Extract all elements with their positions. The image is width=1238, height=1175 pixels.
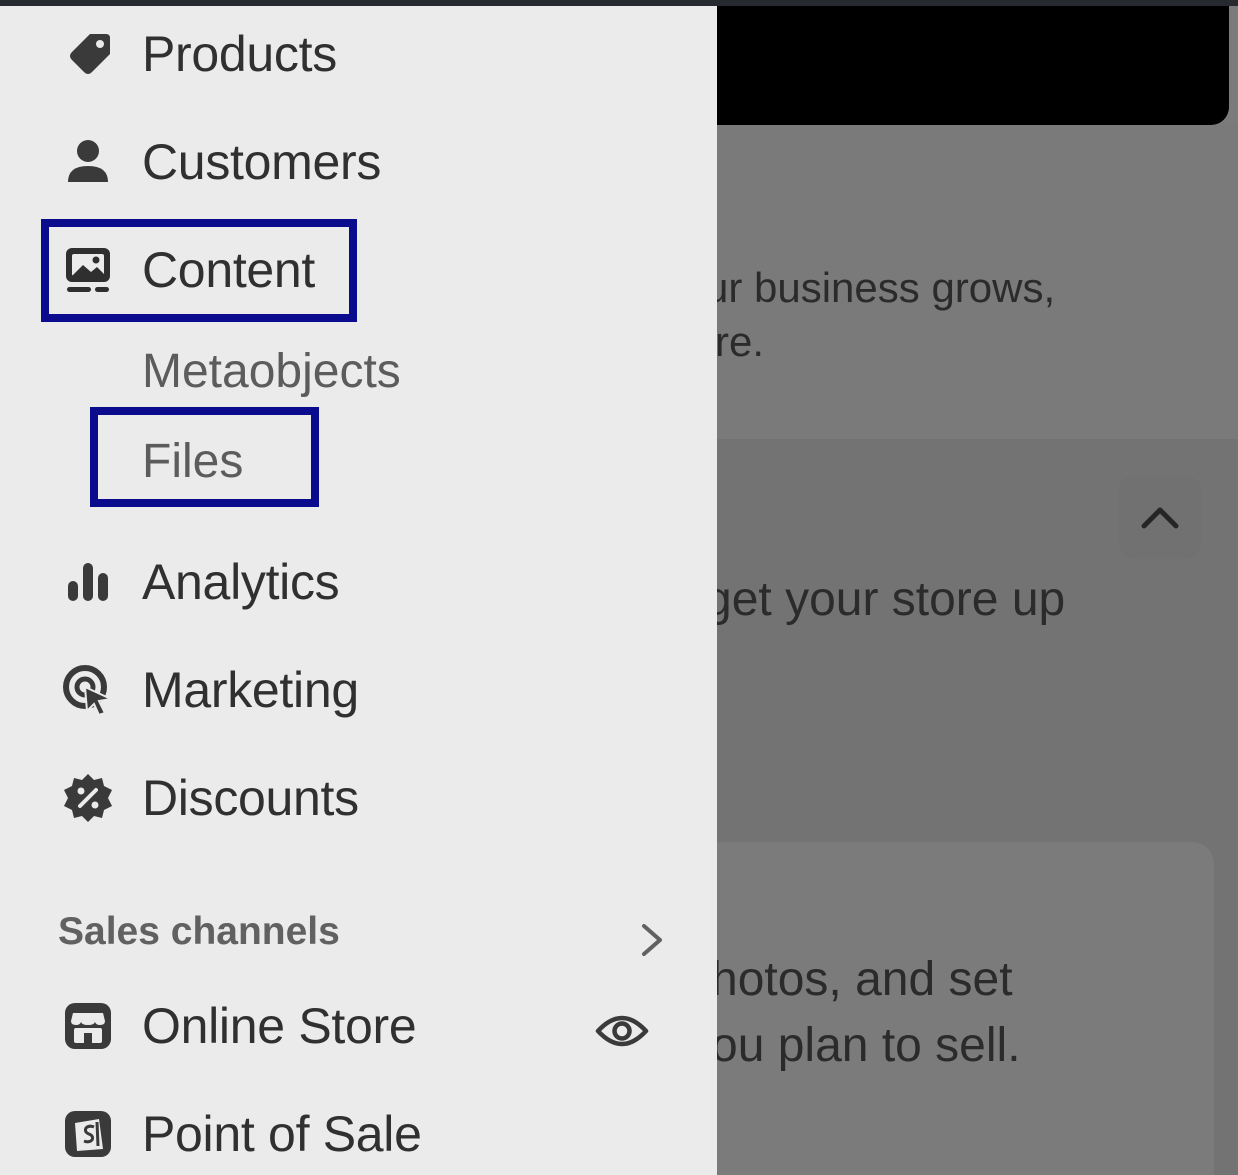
nav-subitem-files[interactable]: Files	[142, 434, 243, 489]
nav-label: Online Store	[142, 998, 417, 1054]
nav-item-discounts[interactable]: Discounts	[0, 758, 717, 838]
background-text: re.	[717, 318, 765, 365]
collapse-button[interactable]	[1118, 475, 1202, 559]
sidebar-nav: Products Customers Content Metaobjects F…	[0, 6, 717, 1175]
nav-subitem-metaobjects[interactable]: Metaobjects	[142, 344, 401, 399]
background-text: get your store up	[717, 573, 1066, 626]
nav-label: Discounts	[142, 770, 359, 826]
nav-label: Customers	[142, 134, 382, 190]
nav-item-point-of-sale[interactable]: Point of Sale	[0, 1094, 717, 1174]
nav-label: Products	[142, 26, 337, 82]
nav-item-products[interactable]: Products	[0, 14, 717, 94]
background-text: ur business grows,	[717, 264, 1056, 311]
nav-item-customers[interactable]: Customers	[0, 122, 717, 202]
nav-label: Marketing	[142, 662, 359, 718]
chevron-up-icon	[1141, 507, 1179, 529]
background-page: ur business grows, re. get your store up…	[717, 6, 1238, 1175]
nav-item-content[interactable]: Content	[0, 230, 717, 310]
nav-label: Content	[142, 242, 316, 298]
background-card	[717, 842, 1214, 1175]
shopping-bag-icon	[60, 1106, 116, 1162]
person-icon	[60, 134, 116, 190]
nav-item-analytics[interactable]: Analytics	[0, 542, 717, 622]
top-bar	[717, 6, 1229, 125]
target-cursor-icon	[60, 662, 116, 718]
eye-icon	[595, 1015, 649, 1047]
tag-icon	[60, 26, 116, 82]
store-icon	[60, 998, 116, 1054]
sales-channels-heading: Sales channels	[58, 910, 340, 953]
nav-label: Analytics	[142, 554, 340, 610]
background-text: hotos, and set	[717, 953, 1013, 1006]
chevron-right-icon[interactable]	[634, 920, 670, 960]
nav-label: Point of Sale	[142, 1106, 422, 1162]
discount-badge-icon	[60, 770, 116, 826]
nav-item-marketing[interactable]: Marketing	[0, 650, 717, 730]
view-online-store-button[interactable]	[592, 1001, 652, 1061]
bar-chart-icon	[60, 554, 116, 610]
content-icon	[60, 242, 116, 298]
background-text: ou plan to sell.	[717, 1019, 1021, 1072]
